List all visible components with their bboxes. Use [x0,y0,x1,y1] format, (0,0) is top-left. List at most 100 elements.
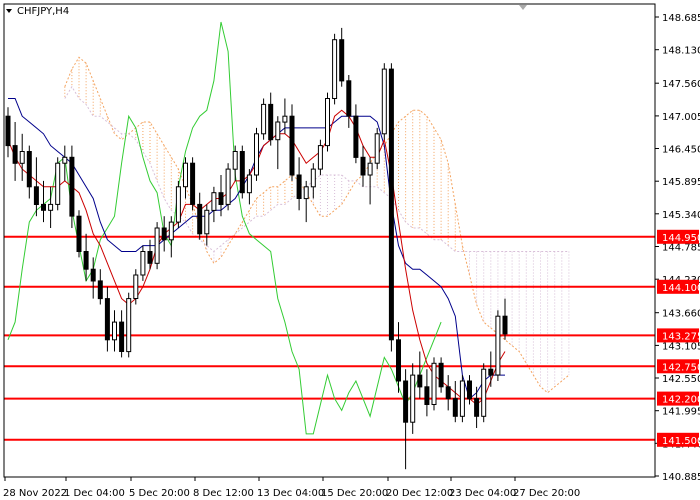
candle-bear [424,386,430,405]
candle-bull [261,103,267,135]
candle-bear [12,145,18,164]
level-label-text: 144.950 [662,233,700,244]
candle-bull [481,368,487,417]
candle-bull [140,251,146,276]
candle-bear [353,115,359,158]
x-tick-label: 5 Dec 20:00 [129,488,190,499]
level-label-text: 144.100 [662,283,700,294]
candle-bull [332,39,338,99]
candle-bear [104,298,110,341]
price-chart[interactable]: 148.685 148.130 147.560 147.005 146.450 145.8… [0,0,700,500]
candle-bull [154,227,160,264]
x-tick-label: 20 Dec 12:00 [386,488,453,499]
candle-bear [5,115,11,147]
level-label-text: 141.500 [662,436,700,447]
candle-bear [83,251,89,270]
candle-bear [360,156,366,176]
y-tick-label: 144.785 [662,243,700,254]
candle-bull [204,209,210,235]
x-tick-label: 27 Dec 20:00 [513,488,580,499]
y-tick-label: 143.660 [662,309,700,320]
candle-bear [488,368,494,376]
candle-bull [211,192,217,211]
candle-bear [147,251,153,264]
candle-bull [303,186,309,200]
candle-bear [90,268,96,282]
candle-bear [296,174,302,199]
candle-bull [225,168,231,205]
candle-bull [133,274,139,299]
candle-bull [48,203,54,211]
x-tick-label: 28 Nov 2022 [3,488,67,499]
candle-bear [445,386,451,400]
candle-bull [254,133,259,176]
y-tick-label: 146.450 [662,145,700,156]
candle-bull [282,115,288,123]
y-axis: 148.685 148.130 147.560 147.005 146.450 145.8… [655,13,700,483]
candle-bull [175,186,181,223]
x-tick-label: 13 Dec 04:00 [257,488,324,499]
candle-bull [232,151,238,170]
y-tick-label: 147.560 [662,79,700,90]
level-label-text: 142.200 [662,395,700,406]
candle-bear [218,192,224,205]
y-tick-label: 147.005 [662,112,700,123]
candle-bear [239,151,245,194]
y-tick-label: 148.685 [662,13,700,24]
candle-bull [55,162,61,205]
candle-bear [474,398,480,417]
candle-bull [126,298,132,353]
symbol-label: CHFJPY,H4 [17,6,69,17]
candle-bear [396,339,401,382]
candle-bull [275,121,281,141]
candle-bull [310,168,316,188]
candle-bear [467,380,472,400]
candle-bull [317,145,323,170]
level-label-text: 142.750 [662,362,700,373]
candle-bear [452,398,458,417]
candle-bear [268,103,274,141]
candle-bear [346,80,352,117]
candle-bull [374,133,380,164]
chart-background [0,0,700,500]
candle-bear [69,156,75,217]
candle-bull [459,380,465,417]
candle-bear [41,203,46,211]
candle-bull [183,162,188,188]
level-label-text: 143.275 [662,331,700,342]
candle-bear [403,380,409,423]
x-tick-label: 23 Dec 04:00 [449,488,516,499]
candle-bear [97,280,103,300]
candle-bear [339,39,345,82]
candle-bull [168,221,174,241]
y-tick-label: 145.340 [662,210,700,221]
y-tick-label: 143.105 [662,341,700,352]
candle-bull [19,151,25,164]
candle-bear [417,374,423,388]
y-tick-label: 140.885 [662,472,700,483]
candle-bull [410,374,416,423]
candle-bull [112,321,117,341]
candle-bull [62,156,68,164]
x-tick-label: 15 Dec 20:00 [321,488,388,499]
candle-bull [246,174,252,194]
candle-bull [431,362,437,405]
x-tick-label: 8 Dec 12:00 [193,488,254,499]
y-tick-label: 142.550 [662,374,700,385]
candle-bear [161,227,167,241]
candle-bear [289,115,295,176]
candle-bear [119,321,125,353]
candle-bear [33,186,39,206]
candle-bull [367,162,373,176]
y-tick-label: 148.130 [662,46,700,57]
candle-bull [381,68,387,135]
candle-bear [26,151,32,188]
candle-bull [495,315,501,376]
candle-bear [388,68,394,341]
candle-bear [190,162,196,205]
candle-bear [76,215,82,252]
y-tick-label: 145.895 [662,177,700,188]
x-tick-label: 1 Dec 04:00 [64,488,125,499]
candle-bear [438,362,444,388]
candle-bear [197,203,203,235]
